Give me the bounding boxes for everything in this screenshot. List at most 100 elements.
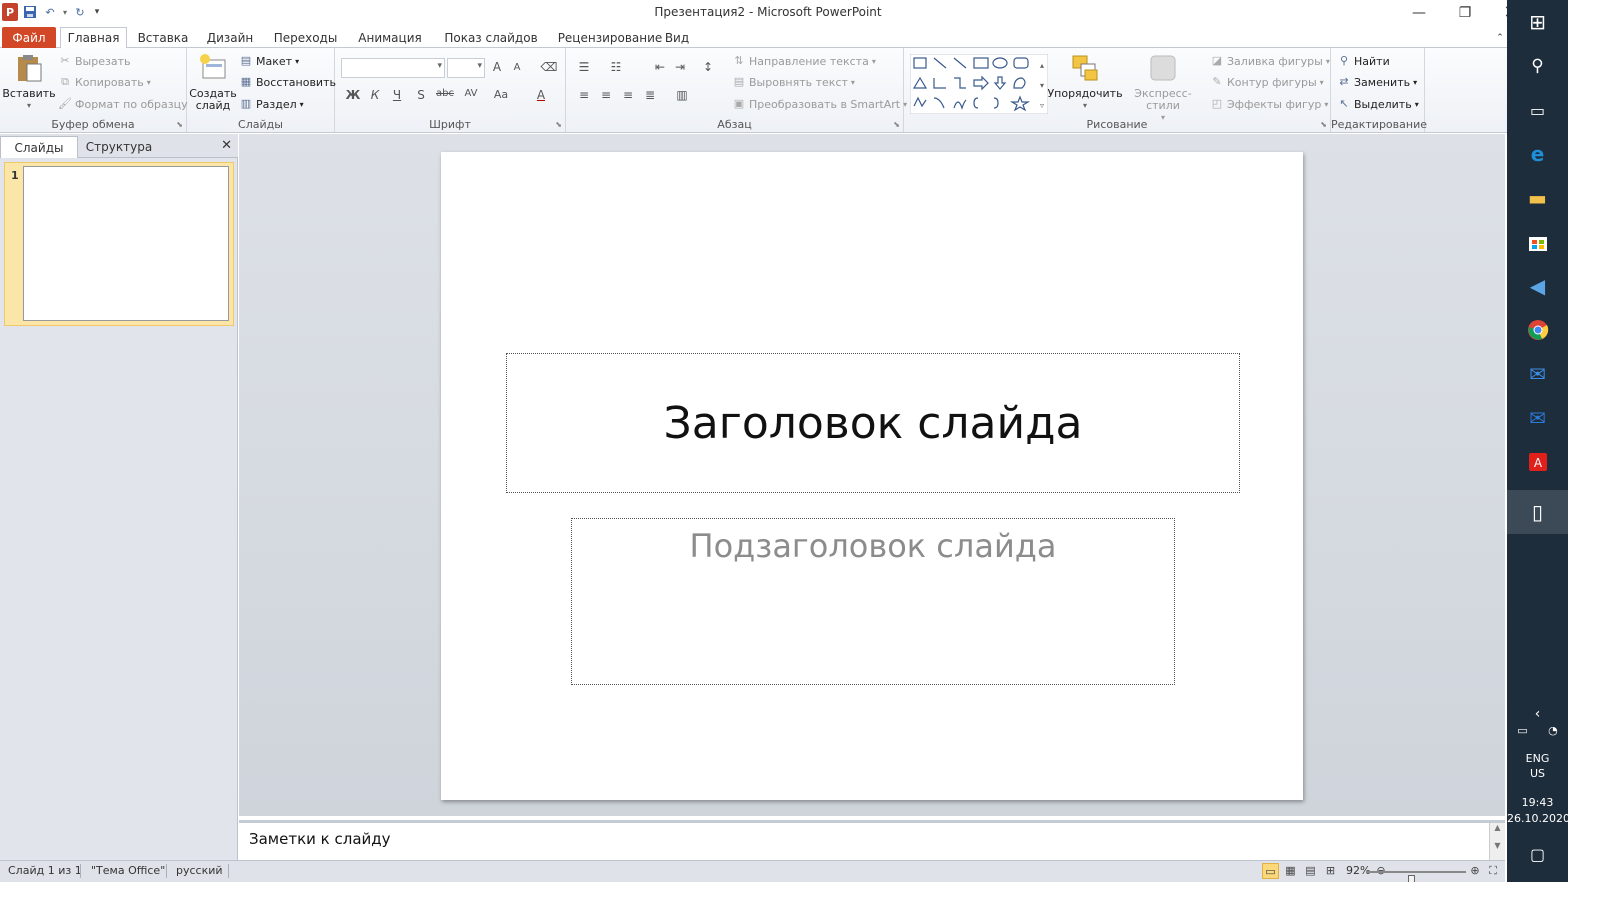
font-name-combobox[interactable] xyxy=(341,58,445,78)
search-icon[interactable]: ⚲ xyxy=(1507,44,1568,88)
undo-icon[interactable]: ↶ xyxy=(40,2,60,22)
notes-pane[interactable]: Заметки к слайду ▲ ▼ xyxy=(239,820,1505,860)
tab-slideshow[interactable]: Показ слайдов xyxy=(436,27,546,48)
bullets-icon[interactable]: ☰ xyxy=(574,60,594,74)
clear-formatting-icon[interactable]: ⌫ xyxy=(539,60,559,74)
decrease-indent-icon[interactable]: ⇤ xyxy=(650,60,670,74)
notification-icon[interactable]: ▢ xyxy=(1507,832,1568,876)
bold-button[interactable]: Ж xyxy=(343,88,363,102)
slide-thumbnail-item[interactable]: 1 xyxy=(4,162,234,326)
title-placeholder[interactable]: Заголовок слайда xyxy=(506,353,1240,493)
reset-button[interactable]: ▦ Восстановить xyxy=(239,75,336,89)
copy-button[interactable]: ⧉ Копировать ▾ xyxy=(58,75,151,89)
close-pane-icon[interactable]: ✕ xyxy=(221,138,232,153)
notes-scrollbar[interactable]: ▲ ▼ xyxy=(1489,823,1505,860)
tab-view[interactable]: Вид xyxy=(662,27,692,48)
paste-button[interactable]: Вставить ▾ xyxy=(2,52,56,112)
file-explorer-icon[interactable]: ▬ xyxy=(1507,176,1568,220)
language-code[interactable]: ENG xyxy=(1507,752,1568,766)
tab-transitions[interactable]: Переходы xyxy=(268,27,343,48)
tab-home[interactable]: Главная xyxy=(60,27,127,49)
document-icon[interactable]: ▯ xyxy=(1507,490,1568,534)
zoom-in-icon[interactable]: ⊕ xyxy=(1468,863,1482,879)
align-text-button[interactable]: ▤ Выровнять текст ▾ xyxy=(732,75,855,89)
shape-outline-button[interactable]: ✎ Контур фигуры ▾ xyxy=(1210,75,1323,89)
layout-button[interactable]: ▤ Макет ▾ xyxy=(239,54,299,68)
language-indicator[interactable]: русский xyxy=(176,864,223,877)
tab-animation[interactable]: Анимация xyxy=(350,27,430,48)
undo-dropdown-icon[interactable]: ▾ xyxy=(60,2,70,22)
theme-name[interactable]: "Тема Office" xyxy=(91,864,165,877)
store-icon[interactable] xyxy=(1507,220,1568,264)
mail2-icon[interactable]: ✉ xyxy=(1507,396,1568,440)
shadow-button[interactable]: S xyxy=(411,88,431,102)
replace-button[interactable]: ⇄ Заменить ▾ xyxy=(1337,75,1417,89)
char-spacing-button[interactable]: AV xyxy=(461,88,481,99)
align-left-icon[interactable]: ≡ xyxy=(574,88,594,102)
select-button[interactable]: ↖ Выделить ▾ xyxy=(1337,97,1418,111)
fit-slide-icon[interactable]: ⛶ xyxy=(1486,863,1500,879)
find-button[interactable]: ⚲ Найти xyxy=(1337,54,1390,68)
subtitle-placeholder[interactable]: Подзаголовок слайда xyxy=(571,518,1175,685)
shrink-font-button[interactable]: A xyxy=(507,62,527,73)
restore-icon[interactable]: ❐ xyxy=(1442,0,1488,25)
shape-effects-button[interactable]: ◰ Эффекты фигур ▾ xyxy=(1210,97,1329,111)
font-size-combobox[interactable] xyxy=(447,58,485,78)
format-painter-button[interactable]: 🖌 Формат по образцу xyxy=(58,97,188,111)
speaker-app-icon[interactable]: ◀ xyxy=(1507,264,1568,308)
columns-icon[interactable]: ▥ xyxy=(672,88,692,102)
italic-button[interactable]: К xyxy=(365,88,385,102)
slide-canvas[interactable]: Заголовок слайда Подзаголовок слайда xyxy=(441,152,1303,800)
paragraph-dialog-launcher-icon[interactable]: ⬊ xyxy=(893,120,900,129)
zoom-slider[interactable] xyxy=(1366,871,1466,887)
new-slide-button[interactable]: Создать слайд xyxy=(189,52,237,112)
cut-button[interactable]: ✂ Вырезать xyxy=(58,54,130,68)
wifi-icon[interactable]: ◔ xyxy=(1548,724,1558,737)
strikethrough-button[interactable]: abc xyxy=(435,88,455,99)
align-right-icon[interactable]: ≡ xyxy=(618,88,638,102)
line-spacing-icon[interactable]: ↕ xyxy=(698,60,718,74)
dialog-launcher-icon[interactable]: ⬊ xyxy=(176,120,183,129)
tab-outline[interactable]: Структура xyxy=(80,136,158,158)
paste-dropdown-icon[interactable]: ▾ xyxy=(27,100,31,112)
change-case-button[interactable]: Aa xyxy=(491,88,511,101)
acrobat-icon[interactable]: A xyxy=(1507,440,1568,484)
increase-indent-icon[interactable]: ⇥ xyxy=(670,60,690,74)
tab-insert[interactable]: Вставка xyxy=(133,27,193,48)
quick-styles-button[interactable]: Экспресс-стили ▾ xyxy=(1120,52,1206,124)
task-view-icon[interactable]: ▭ xyxy=(1507,88,1568,132)
tab-design[interactable]: Дизайн xyxy=(200,27,260,48)
edge-icon[interactable]: e xyxy=(1507,132,1568,176)
minimize-icon[interactable]: — xyxy=(1396,0,1442,25)
tab-slides[interactable]: Слайды xyxy=(0,136,78,158)
save-icon[interactable] xyxy=(20,2,40,22)
arrange-button[interactable]: Упорядочить ▾ xyxy=(1047,52,1123,112)
reading-view-icon[interactable]: ▤ xyxy=(1302,863,1319,879)
slideshow-view-icon[interactable]: ⊞ xyxy=(1322,863,1339,879)
tab-review[interactable]: Рецензирование xyxy=(548,27,672,48)
slide-thumbnail[interactable] xyxy=(23,166,229,321)
minimize-ribbon-icon[interactable]: ⌃ xyxy=(1492,27,1508,48)
powerpoint-app-icon[interactable]: P xyxy=(2,3,18,21)
windows-icon[interactable]: ⊞ xyxy=(1507,0,1568,44)
justify-icon[interactable]: ≣ xyxy=(640,88,660,102)
shapes-gallery[interactable]: ▴ ▾ ▿ xyxy=(910,54,1048,114)
text-direction-button[interactable]: ⇅ Направление текста ▾ xyxy=(732,54,875,68)
chrome-icon[interactable] xyxy=(1507,308,1568,352)
font-dialog-launcher-icon[interactable]: ⬊ xyxy=(555,120,562,129)
mail-icon[interactable]: ✉ xyxy=(1507,352,1568,396)
customize-qat-icon[interactable]: ▾ xyxy=(90,2,104,22)
language-region[interactable]: US xyxy=(1507,767,1568,781)
slide-sorter-view-icon[interactable]: ▦ xyxy=(1282,863,1299,879)
normal-view-icon[interactable]: ▭ xyxy=(1262,863,1279,879)
font-color-button[interactable]: A xyxy=(531,88,551,102)
redo-icon[interactable]: ↻ xyxy=(70,2,90,22)
shape-fill-button[interactable]: ◪ Заливка фигуры ▾ xyxy=(1210,54,1330,68)
clock-date[interactable]: 26.10.2020 xyxy=(1507,812,1570,826)
drawing-dialog-launcher-icon[interactable]: ⬊ xyxy=(1320,120,1327,129)
tab-file[interactable]: Файл xyxy=(2,27,56,48)
battery-icon[interactable]: ▭ xyxy=(1517,724,1527,737)
smartart-button[interactable]: ▣ Преобразовать в SmartArt ▾ xyxy=(732,97,907,111)
underline-button[interactable]: Ч xyxy=(387,88,407,102)
align-center-icon[interactable]: ≡ xyxy=(596,88,616,102)
